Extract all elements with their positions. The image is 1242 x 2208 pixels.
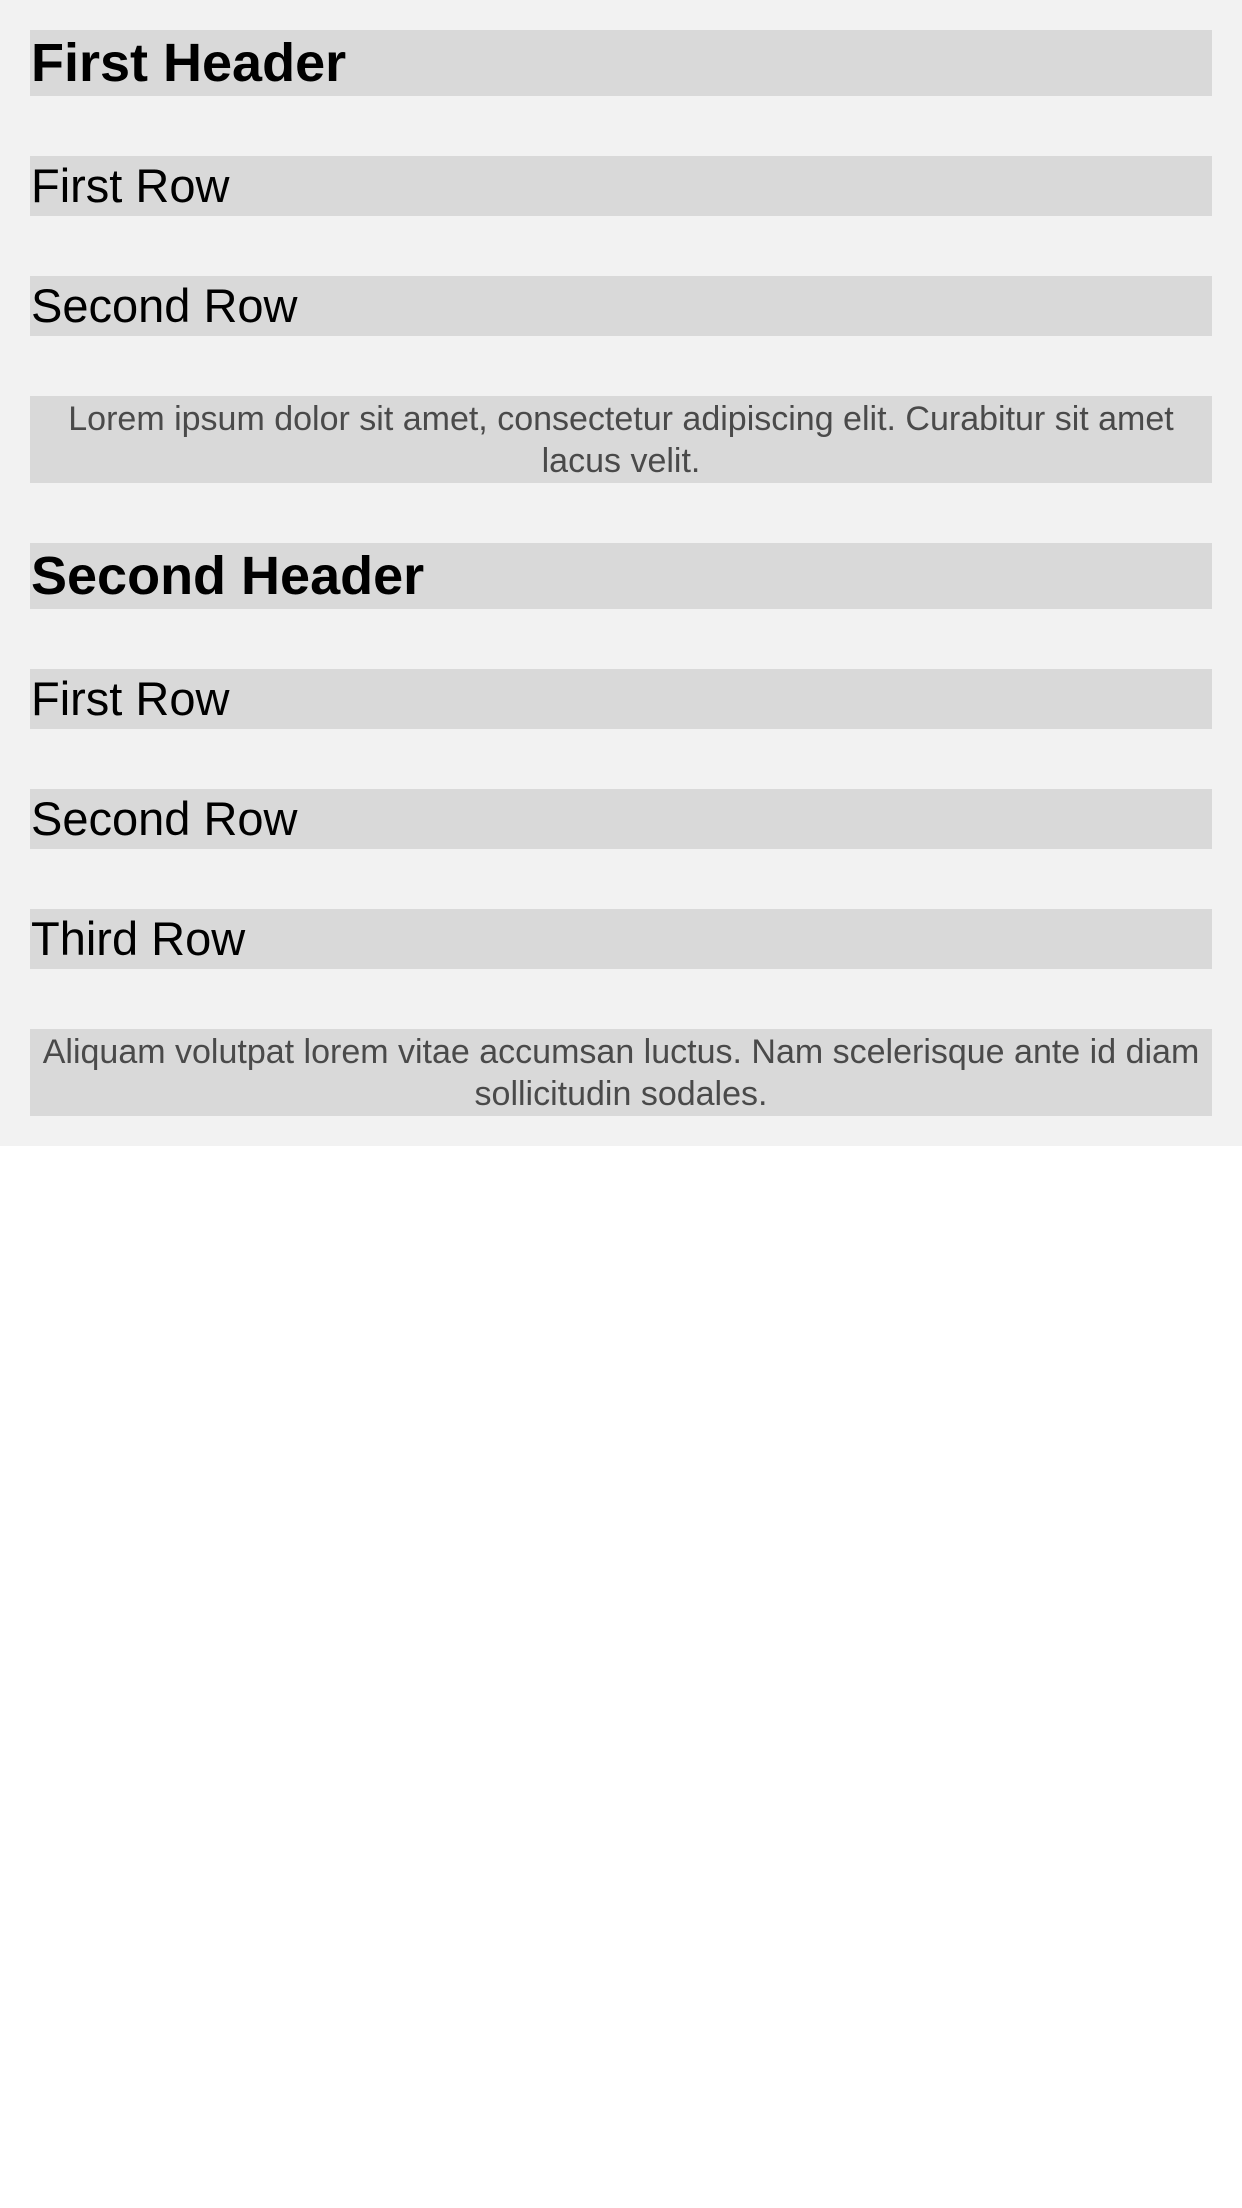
table-row[interactable]: First Row [30, 669, 1212, 729]
section-footer: Lorem ipsum dolor sit amet, consectetur … [30, 396, 1212, 483]
section-footer: Aliquam volutpat lorem vitae accumsan lu… [30, 1029, 1212, 1116]
table-row[interactable]: Second Row [30, 789, 1212, 849]
table-row[interactable]: First Row [30, 156, 1212, 216]
section-header: Second Header [30, 543, 1212, 609]
table-view: First Header First Row Second Row Lorem … [0, 0, 1242, 1146]
table-row[interactable]: Third Row [30, 909, 1212, 969]
section-header: First Header [30, 30, 1212, 96]
table-row[interactable]: Second Row [30, 276, 1212, 336]
